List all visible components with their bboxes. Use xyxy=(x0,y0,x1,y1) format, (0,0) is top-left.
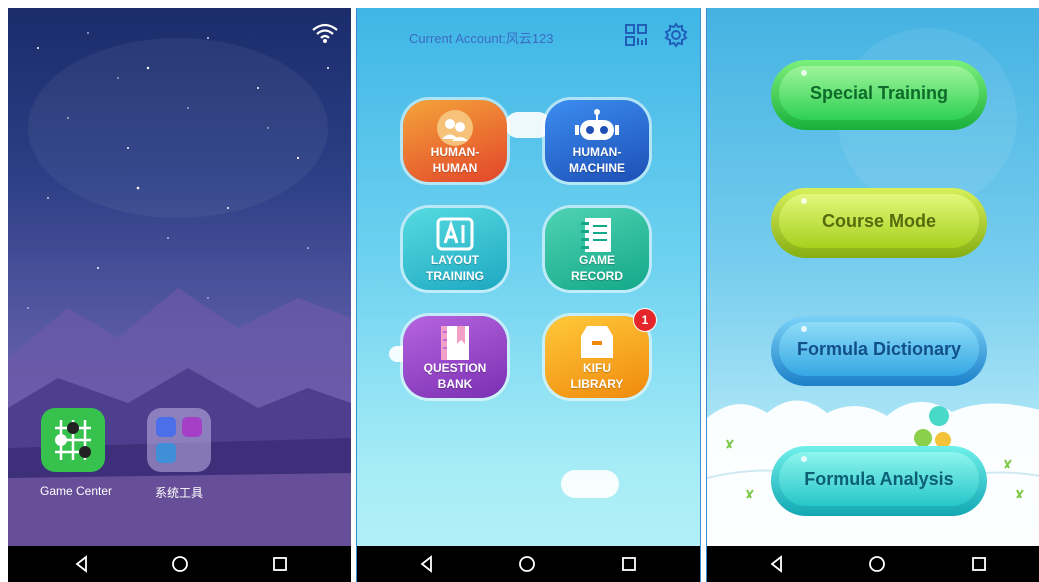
tile-label-line1: HUMAN- xyxy=(572,145,622,159)
recents-icon[interactable] xyxy=(619,554,639,574)
mode-select-screen: Special Training Course Mode Formula Dic… xyxy=(706,8,1039,582)
navigation-bar xyxy=(8,546,351,582)
home-screen: Game Center 系统工具 xyxy=(8,8,351,582)
game-record-button[interactable]: GAME RECORD xyxy=(545,208,649,290)
formula-dictionary-label: Formula Dictionary xyxy=(779,322,979,376)
highlight-dot xyxy=(801,70,807,76)
camera-mini-icon xyxy=(182,417,202,437)
app-label: 系统工具 xyxy=(154,486,203,500)
archive-box-icon xyxy=(577,324,617,365)
tile-label-line1: HUMAN- xyxy=(430,145,480,159)
highlight-dot xyxy=(801,456,807,462)
current-account-label: Current Account:风云123 xyxy=(409,31,554,46)
special-training-label: Special Training xyxy=(779,66,979,120)
back-icon[interactable] xyxy=(417,554,437,574)
app-game-center[interactable]: Game Center xyxy=(40,408,113,498)
home-icon[interactable] xyxy=(170,554,190,574)
highlight-dot xyxy=(801,198,807,204)
tile-label-line2: HUMAN xyxy=(432,161,478,175)
question-bank-button[interactable]: QUESTION BANK xyxy=(403,316,507,398)
special-training-button[interactable]: Special Training xyxy=(771,60,987,130)
notification-badge: 1 xyxy=(633,308,657,332)
home-icon[interactable] xyxy=(517,554,537,574)
go-board-icon xyxy=(41,408,105,472)
tile-label-line1: GAME xyxy=(579,253,615,267)
tile-label-line2: TRAINING xyxy=(426,269,484,283)
qr-code-icon[interactable] xyxy=(623,22,649,48)
tile-label-line2: BANK xyxy=(437,377,473,391)
recents-icon[interactable] xyxy=(969,554,989,574)
folder-icon xyxy=(147,408,211,472)
formula-analysis-label: Formula Analysis xyxy=(779,452,979,506)
tile-label-line1: LAYOUT xyxy=(430,253,480,267)
ai-icon xyxy=(435,216,475,257)
home-icon[interactable] xyxy=(867,554,887,574)
back-icon[interactable] xyxy=(767,554,787,574)
tile-label-line1: QUESTION xyxy=(423,361,487,375)
cloud-decoration xyxy=(561,470,619,498)
download-mini-icon xyxy=(156,443,176,463)
tile-label-line2: MACHINE xyxy=(569,161,625,175)
main-menu-screen: Current Account:风云123 HUMAN- HUMAN HUMAN-… xyxy=(356,8,701,582)
recents-icon[interactable] xyxy=(270,554,290,574)
settings-mini-icon xyxy=(156,417,176,437)
highlight-dot xyxy=(801,326,807,332)
app-label: Game Center xyxy=(40,484,113,498)
course-mode-label: Course Mode xyxy=(779,194,979,248)
navigation-bar xyxy=(357,546,700,582)
kifu-library-button[interactable]: KIFU LIBRARY 1 xyxy=(545,308,657,398)
human-human-button[interactable]: HUMAN- HUMAN xyxy=(403,100,507,182)
layout-training-button[interactable]: LAYOUT TRAINING xyxy=(403,208,507,290)
tile-label-line2: RECORD xyxy=(570,269,623,283)
navigation-bar xyxy=(707,546,1039,582)
app-system-tools[interactable]: 系统工具 xyxy=(146,408,212,501)
course-mode-button[interactable]: Course Mode xyxy=(771,188,987,258)
human-machine-button[interactable]: HUMAN- MACHINE xyxy=(545,100,649,182)
formula-dictionary-button[interactable]: Formula Dictionary xyxy=(771,316,987,386)
back-icon[interactable] xyxy=(72,554,92,574)
tile-label-line1: KIFU xyxy=(583,361,611,375)
tile-label-line2: LIBRARY xyxy=(570,377,624,391)
settings-gear-icon[interactable] xyxy=(663,22,689,48)
formula-analysis-button[interactable]: Formula Analysis xyxy=(771,446,987,516)
